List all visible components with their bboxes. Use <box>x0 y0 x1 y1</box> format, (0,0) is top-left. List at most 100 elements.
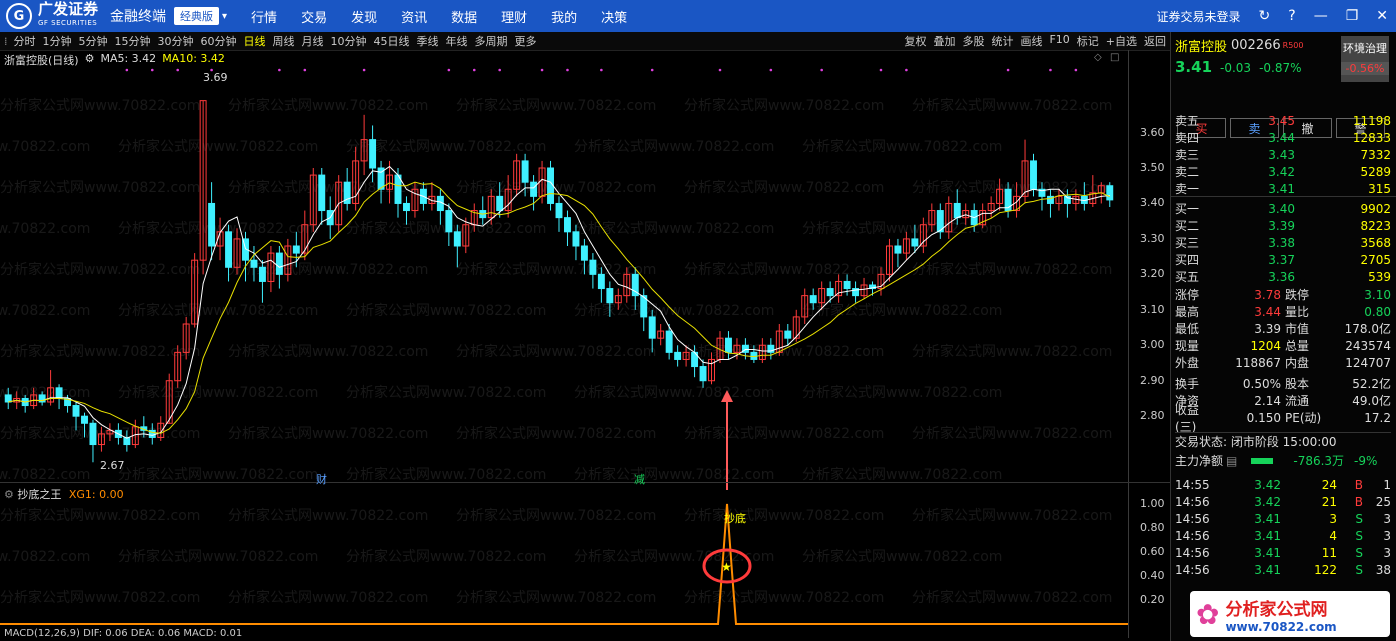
restore-icon[interactable]: ❐ <box>1346 8 1359 24</box>
period-tab-8[interactable]: 月线 <box>302 35 324 48</box>
period-tab-9[interactable]: 10分钟 <box>331 35 367 48</box>
menu-item-4[interactable]: 数据 <box>451 7 477 26</box>
menu-item-5[interactable]: 理财 <box>501 7 527 26</box>
candle-body[interactable] <box>648 316 656 339</box>
macd-label: MACD(12,26,9) DIF: 0.06 DEA: 0.06 MACD: … <box>4 628 243 639</box>
menu-item-2[interactable]: 发现 <box>351 7 377 26</box>
list-icon[interactable]: ⁞ <box>4 35 8 48</box>
candle-body[interactable] <box>564 217 571 233</box>
candle-body[interactable] <box>318 174 326 212</box>
minimize-icon[interactable]: — <box>1314 8 1328 24</box>
period-tab-1[interactable]: 1分钟 <box>43 35 72 48</box>
candle-body[interactable] <box>250 259 258 268</box>
cai-marker[interactable]: 财 <box>316 471 327 487</box>
candle-body[interactable] <box>580 245 588 261</box>
tool-2[interactable]: 多股 <box>962 33 984 49</box>
chart-icon[interactable]: ▤ <box>1226 454 1237 468</box>
candle-body[interactable] <box>530 181 538 197</box>
asks-row[interactable]: 卖二 3.42 5289 <box>1175 163 1391 180</box>
bids-row[interactable]: 买二 3.39 8223 <box>1175 217 1391 234</box>
signal-dot <box>769 68 773 72</box>
candle-body[interactable] <box>1030 160 1037 190</box>
period-tab-0[interactable]: 分时 <box>14 35 36 48</box>
candle-body[interactable] <box>275 252 283 275</box>
candle-body[interactable] <box>843 280 851 290</box>
period-tab-10[interactable]: 45日线 <box>374 35 410 48</box>
candle-body[interactable] <box>953 202 961 219</box>
menu-item-3[interactable]: 资讯 <box>401 7 427 26</box>
candle-body[interactable] <box>72 405 80 417</box>
bids-row[interactable]: 买四 3.37 2705 <box>1175 251 1391 268</box>
asks-row[interactable]: 卖四 3.44 12833 <box>1175 129 1391 146</box>
tool-1[interactable]: 叠加 <box>933 33 955 49</box>
close-icon[interactable]: ✕ <box>1376 8 1388 24</box>
period-tab-2[interactable]: 5分钟 <box>79 35 108 48</box>
tool-4[interactable]: 画线 <box>1020 33 1042 49</box>
candle-body[interactable] <box>55 387 63 399</box>
candle-body[interactable] <box>894 245 902 254</box>
candlestick-chart[interactable] <box>0 50 1128 490</box>
bids-row[interactable]: 买三 3.38 3568 <box>1175 234 1391 251</box>
candle-body[interactable] <box>784 330 792 339</box>
flower-logo-icon: ✿ <box>1196 597 1220 631</box>
period-tab-13[interactable]: 多周期 <box>475 35 508 48</box>
sector-name[interactable]: 环境治理 <box>1341 40 1389 56</box>
candle-body[interactable] <box>4 394 12 403</box>
tool-0[interactable]: 复权 <box>904 33 926 49</box>
asks-row[interactable]: 卖五 3.45 11198 <box>1175 112 1391 129</box>
bids-row[interactable]: 买五 3.36 539 <box>1175 268 1391 285</box>
candle-body[interactable] <box>597 273 605 290</box>
candle-body[interactable] <box>369 139 377 169</box>
tool-6[interactable]: 标记 <box>1077 33 1099 49</box>
period-tab-4[interactable]: 30分钟 <box>158 35 194 48</box>
tool-7[interactable]: +自选 <box>1106 33 1137 49</box>
period-tab-12[interactable]: 年线 <box>446 35 468 48</box>
period-tab-11[interactable]: 季线 <box>417 35 439 48</box>
candle-body[interactable] <box>292 245 300 254</box>
tool-5[interactable]: F10 <box>1049 33 1069 49</box>
candle-body[interactable] <box>826 288 834 297</box>
candle-body[interactable] <box>1106 185 1114 201</box>
bids-row[interactable]: 买一 3.40 9902 <box>1175 200 1391 217</box>
candle-body[interactable] <box>453 231 461 247</box>
candle-body[interactable] <box>809 295 817 304</box>
period-tab-5[interactable]: 60分钟 <box>201 35 237 48</box>
menu-item-0[interactable]: 行情 <box>251 7 277 26</box>
period-tab-3[interactable]: 15分钟 <box>115 35 151 48</box>
tool-8[interactable]: 返回 <box>1144 33 1166 49</box>
help-icon[interactable]: ? <box>1288 8 1295 24</box>
indicator-chart[interactable]: ★ <box>0 492 1128 632</box>
candle-body[interactable] <box>403 202 410 212</box>
tool-3[interactable]: 统计 <box>991 33 1013 49</box>
menu-item-6[interactable]: 我的 <box>551 7 577 26</box>
candle-body[interactable] <box>81 415 88 424</box>
login-status[interactable]: 证券交易未登录 <box>1157 8 1241 25</box>
asks-row[interactable]: 卖一 3.41 315 <box>1175 180 1391 197</box>
edition-dropdown[interactable]: 经典版 <box>174 7 220 25</box>
menu-item-7[interactable]: 决策 <box>601 7 627 26</box>
asks-row[interactable]: 卖三 3.43 7332 <box>1175 146 1391 163</box>
candle-body[interactable] <box>572 231 580 247</box>
candle-body[interactable] <box>89 422 97 446</box>
candle-body[interactable] <box>521 160 529 183</box>
candle-body[interactable] <box>665 330 673 353</box>
jian-marker[interactable]: 减 <box>634 471 645 487</box>
candle-body[interactable] <box>589 259 597 275</box>
period-tab-6[interactable]: 日线 <box>244 35 266 48</box>
candle-body[interactable] <box>725 337 732 353</box>
candle-body[interactable] <box>911 238 919 247</box>
refresh-icon[interactable]: ↻ <box>1259 8 1271 24</box>
period-tab-14[interactable]: 更多 <box>515 35 537 48</box>
candle-body[interactable] <box>496 195 504 212</box>
candle-body[interactable] <box>208 202 216 247</box>
period-tab-7[interactable]: 周线 <box>273 35 295 48</box>
candle-body[interactable] <box>606 288 614 304</box>
candle-body[interactable] <box>445 210 453 233</box>
candle-body[interactable] <box>225 231 233 268</box>
chevron-down-icon[interactable]: ▾ <box>222 11 227 22</box>
candle-body[interactable] <box>699 366 707 382</box>
candle-body[interactable] <box>258 266 266 282</box>
menu-item-1[interactable]: 交易 <box>301 7 327 26</box>
candle-body[interactable] <box>555 202 563 219</box>
candle-body[interactable] <box>674 351 682 360</box>
